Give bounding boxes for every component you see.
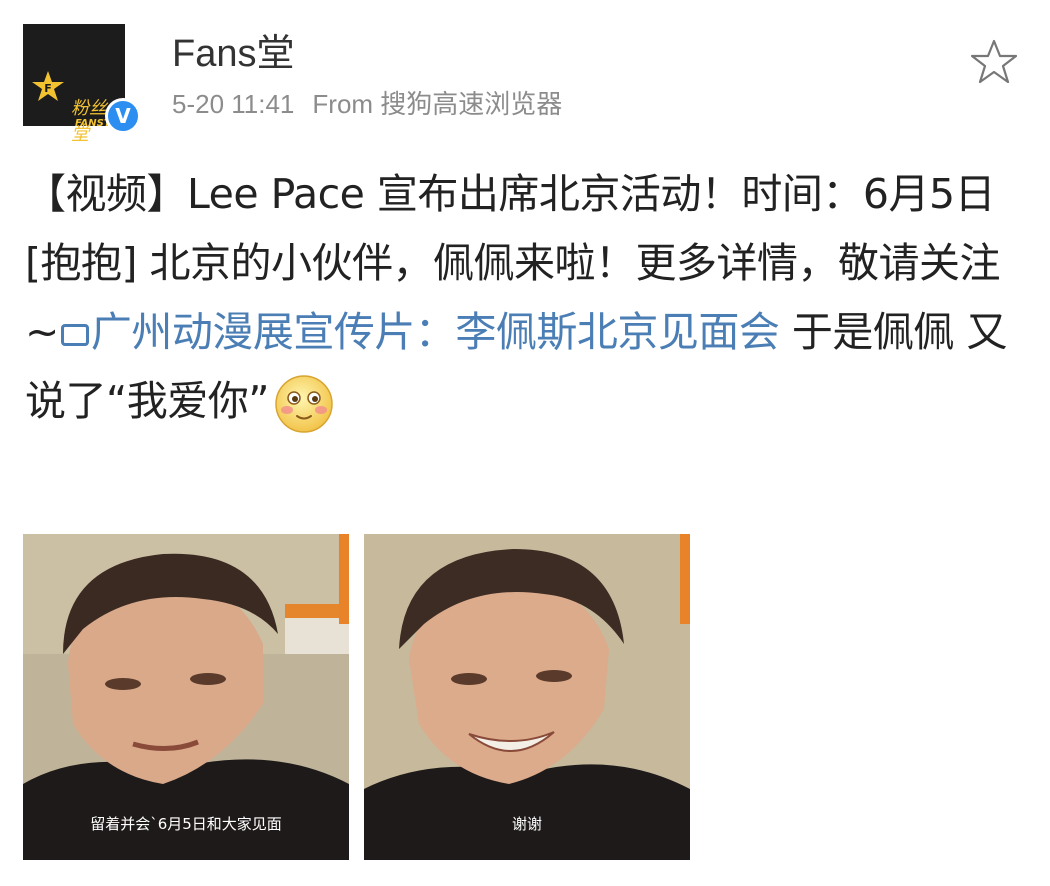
logo-star-icon: F [32, 71, 64, 101]
post-meta: 5-20 11:41 From 搜狗高速浏览器 [172, 84, 580, 121]
star-outline-icon[interactable] [970, 38, 1018, 86]
post-source[interactable]: From 搜狗高速浏览器 [312, 89, 562, 119]
shy-smile-emoji [275, 375, 333, 433]
svg-text:F: F [44, 82, 52, 95]
video-link[interactable]: 广州动漫展宣传片：李佩斯北京见面会 [91, 308, 780, 356]
verified-badge-icon: V [105, 98, 141, 134]
photo-thumbnail-1[interactable]: 留着并会`6月5日和大家见面 [23, 534, 349, 860]
photo-subtitle-2: 谢谢 [512, 815, 542, 833]
fanstang-logo: F 粉丝堂 FANSTANG [31, 60, 134, 145]
video-frame-image-1: 留着并会`6月5日和大家见面 [23, 534, 349, 860]
video-icon [60, 324, 89, 346]
username[interactable]: Fans堂 [172, 22, 294, 77]
post-time: 5-20 11:41 [172, 89, 295, 119]
video-frame-image-2: 谢谢 [364, 534, 690, 860]
photo-subtitle-1: 留着并会`6月5日和大家见面 [90, 815, 282, 833]
post-text: 【视频】Lee Pace 宣布出席北京活动！时间：6月5日 [抱抱] 北京的小伙… [25, 160, 1015, 436]
photo-thumbnail-2[interactable]: 谢谢 [364, 534, 690, 860]
